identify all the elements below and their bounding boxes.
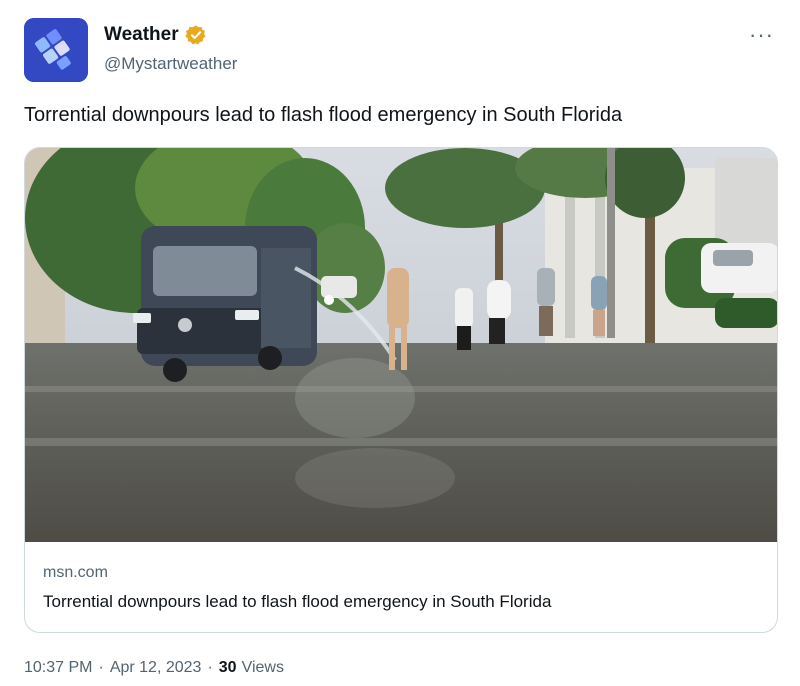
author-avatar[interactable] xyxy=(24,18,88,82)
tweet-date[interactable]: Apr 12, 2023 xyxy=(110,659,202,677)
weather-logo-icon xyxy=(24,18,88,82)
tweet-meta: 10:37 PM · Apr 12, 2023 · 30 Views xyxy=(24,659,284,677)
meta-separator: · xyxy=(98,659,104,676)
flooded-street-photo xyxy=(25,148,777,542)
card-title[interactable]: Torrential downpours lead to flash flood… xyxy=(43,592,551,612)
author-handle[interactable]: @Mystartweather xyxy=(104,54,237,74)
views-label: Views xyxy=(241,659,284,676)
tweet-time[interactable]: 10:37 PM xyxy=(24,659,92,677)
more-options-icon[interactable]: ··· xyxy=(749,22,774,48)
tweet-text: Torrential downpours lead to flash flood… xyxy=(24,104,623,126)
link-card[interactable]: msn.com Torrential downpours lead to fla… xyxy=(24,147,778,633)
verified-badge-icon xyxy=(185,25,206,45)
views-count: 30 xyxy=(218,659,237,676)
author-name-row: Weather xyxy=(104,24,207,46)
card-domain: msn.com xyxy=(43,564,108,581)
meta-separator-2: · xyxy=(207,659,213,676)
author-display-name[interactable]: Weather xyxy=(104,24,179,46)
